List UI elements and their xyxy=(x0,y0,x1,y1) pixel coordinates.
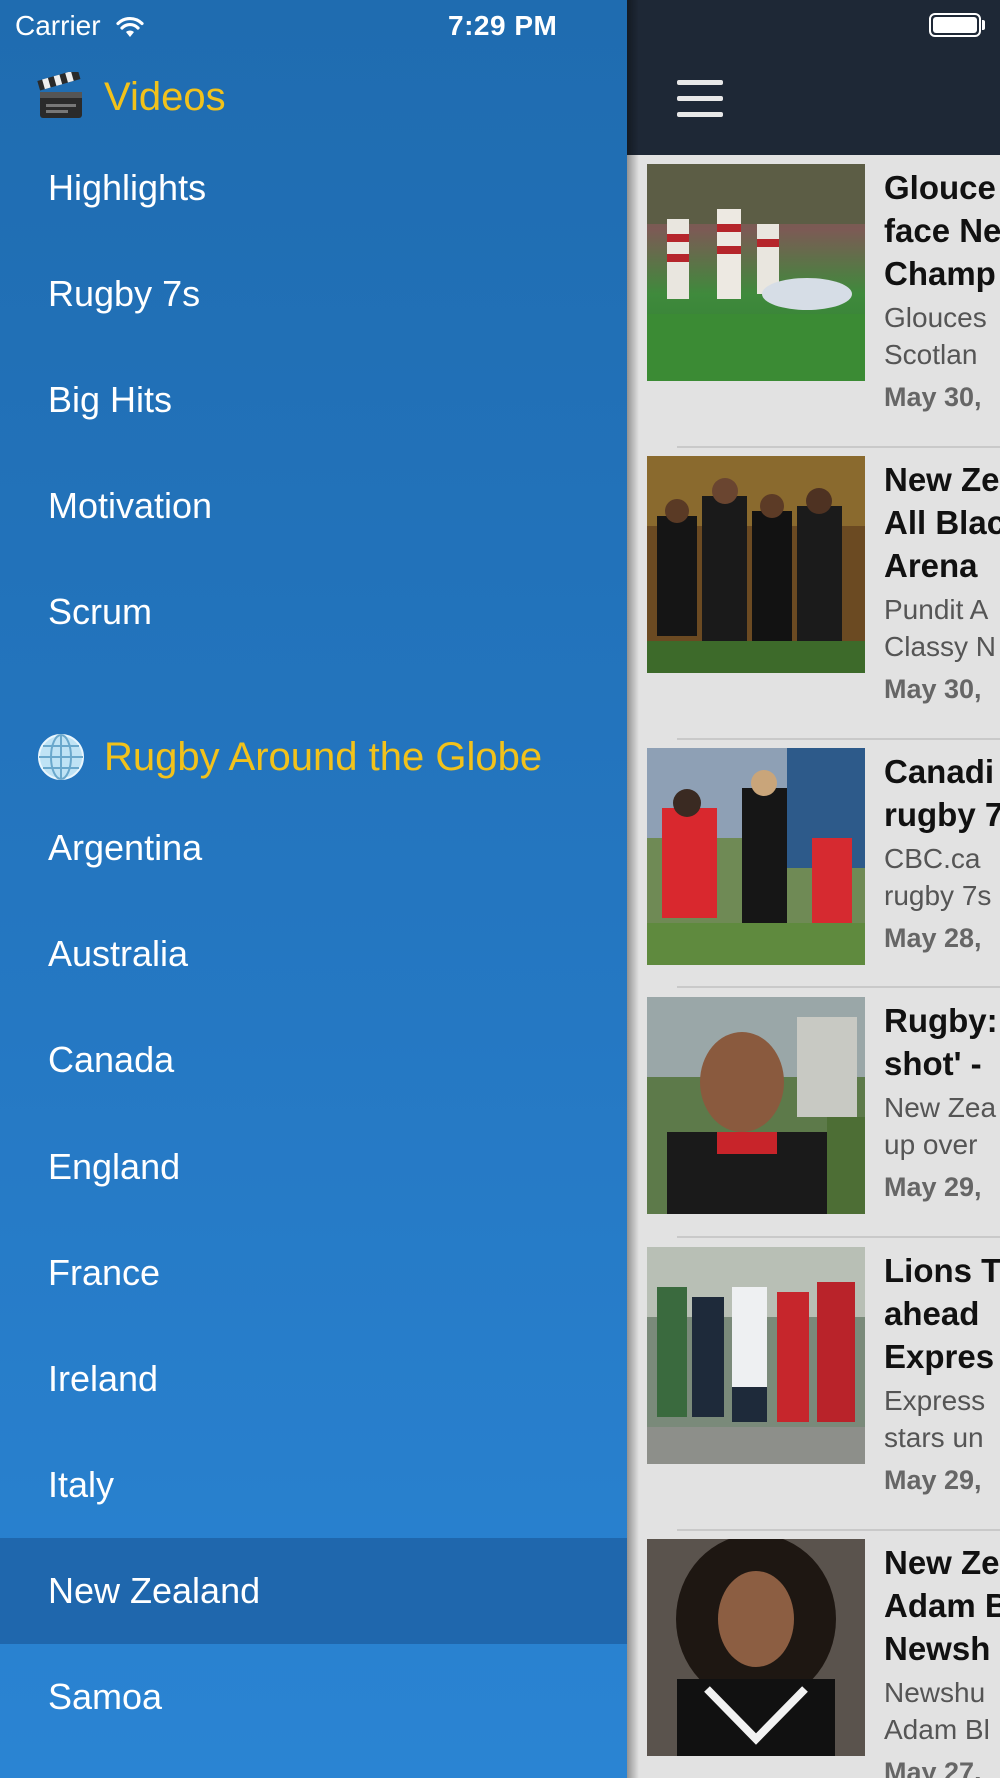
article-date: May 29, xyxy=(884,1172,982,1202)
article-thumbnail xyxy=(647,1539,865,1756)
menu-item-label: Canada xyxy=(48,1039,175,1080)
article-text: Lions Tahead Expres Express stars un May 2… xyxy=(884,1249,1000,1499)
menu-item-motivation[interactable]: Motivation xyxy=(0,453,627,559)
menu-item-ireland[interactable]: Ireland xyxy=(0,1326,627,1432)
article-thumbnail xyxy=(647,164,865,381)
status-time: 7:29 PM xyxy=(448,10,558,41)
battery-icon xyxy=(929,13,981,37)
section-title: Rugby Around the Globe xyxy=(104,734,543,779)
article-description: CBC.ca rugby 7s xyxy=(884,843,992,911)
menu-item-australia[interactable]: Australia xyxy=(0,901,627,1007)
article-title: New Ze Adam B Newsh xyxy=(884,1544,1000,1667)
article-text: Canadi rugby 7 CBC.ca rugby 7s May 28, xyxy=(884,750,1000,957)
status-bar-carrier: Carrier xyxy=(15,8,145,44)
menu-item-label: Ireland xyxy=(48,1358,159,1399)
article-date: May 27, xyxy=(884,1757,982,1778)
article-title: Lions Tahead Expres xyxy=(884,1252,1000,1375)
article-date: May 28, xyxy=(884,923,982,953)
side-drawer: Carrier 7:29 PM Videos Highlights Rugby … xyxy=(0,0,627,1778)
menu-item-label: Argentina xyxy=(48,827,203,868)
menu-item-samoa[interactable]: Samoa xyxy=(0,1644,627,1750)
hamburger-menu-icon[interactable] xyxy=(677,80,723,118)
article-text: New Ze Adam B Newsh Newshu Adam Bl May 27, xyxy=(884,1541,1000,1778)
article-date: May 30, xyxy=(884,674,982,704)
menu-item-new-zealand[interactable]: New Zealand xyxy=(0,1538,627,1644)
menu-item-argentina[interactable]: Argentina xyxy=(0,795,627,901)
menu-item-label: France xyxy=(48,1252,161,1293)
menu-item-highlights[interactable]: Highlights xyxy=(0,135,627,241)
menu-item-label: England xyxy=(48,1146,181,1187)
article-text: Glouce face Ne Champ Glouces Scotlan May 30… xyxy=(884,166,1000,416)
globe-icon xyxy=(36,732,86,782)
menu-item-label: Australia xyxy=(48,933,189,974)
menu-item-label: New Zealand xyxy=(48,1570,261,1611)
section-header-globe: Rugby Around the Globe xyxy=(36,732,542,782)
news-panel: Glouce face Ne Champ Glouces Scotlan May 30… xyxy=(627,0,1000,1778)
article-date: May 29, xyxy=(884,1465,982,1495)
article-title: Canadi rugby 7 xyxy=(884,753,1000,833)
menu-item-big-hits[interactable]: Big Hits xyxy=(0,347,627,453)
menu-item-label: Highlights xyxy=(48,167,207,208)
article-description: New Zea up over xyxy=(884,1092,997,1160)
menu-item-scrum[interactable]: Scrum xyxy=(0,559,627,665)
article-title: Rugby: shot' - xyxy=(884,1002,998,1082)
article-date: May 30, xyxy=(884,382,982,412)
wifi-icon xyxy=(115,14,145,38)
article-thumbnail xyxy=(647,1247,865,1464)
article-thumbnail xyxy=(647,456,865,673)
row-separator xyxy=(677,986,1000,988)
menu-item-france[interactable]: France xyxy=(0,1220,627,1326)
section-header-videos: Videos xyxy=(36,69,226,122)
carrier-label: Carrier xyxy=(15,10,101,41)
article-text: Rugby: shot' - New Zea up over May 29, xyxy=(884,999,1000,1206)
menu-item-canada[interactable]: Canada xyxy=(0,1007,627,1113)
article-description: Pundit A Classy N xyxy=(884,594,997,662)
menu-item-italy[interactable]: Italy xyxy=(0,1432,627,1538)
menu-item-label: Motivation xyxy=(48,485,213,526)
row-separator xyxy=(677,1236,1000,1238)
menu-item-label: Rugby 7s xyxy=(48,273,201,314)
menu-item-label: Big Hits xyxy=(48,379,173,420)
menu-item-label: Samoa xyxy=(48,1676,163,1717)
menu-item-england[interactable]: England xyxy=(0,1114,627,1220)
article-row[interactable]: Canadi rugby 7 CBC.ca rugby 7s May 28, xyxy=(627,740,1000,988)
battery-tip xyxy=(982,20,985,30)
menu-item-rugby-7s[interactable]: Rugby 7s xyxy=(0,241,627,347)
menu-item-label: Italy xyxy=(48,1464,115,1505)
article-title: New Ze All Blac Arena xyxy=(884,461,1000,584)
article-row[interactable]: Lions Tahead Expres Express stars un May 2… xyxy=(627,1239,1000,1531)
article-row[interactable]: Rugby: shot' - New Zea up over May 29, xyxy=(627,989,1000,1238)
drawer-edge-shadow xyxy=(627,0,639,1778)
article-description: Glouces Scotlan xyxy=(884,302,987,370)
article-text: New Ze All Blac Arena Pundit A Classy N May… xyxy=(884,458,1000,708)
article-row[interactable]: Glouce face Ne Champ Glouces Scotlan May 30… xyxy=(627,156,1000,448)
section-title: Videos xyxy=(104,74,226,119)
article-row[interactable]: New Ze Adam B Newsh Newshu Adam Bl May 27, xyxy=(627,1531,1000,1778)
navigation-bar xyxy=(627,0,1000,155)
article-thumbnail xyxy=(647,997,865,1214)
clapperboard-icon xyxy=(36,69,86,122)
menu-item-label: Scrum xyxy=(48,591,153,632)
article-description: Express stars un xyxy=(884,1385,986,1453)
article-thumbnail xyxy=(647,748,865,965)
article-description: Newshu Adam Bl xyxy=(884,1677,990,1745)
article-title: Glouce face Ne Champ xyxy=(884,169,1000,292)
article-row[interactable]: New Ze All Blac Arena Pundit A Classy N May… xyxy=(627,448,1000,740)
